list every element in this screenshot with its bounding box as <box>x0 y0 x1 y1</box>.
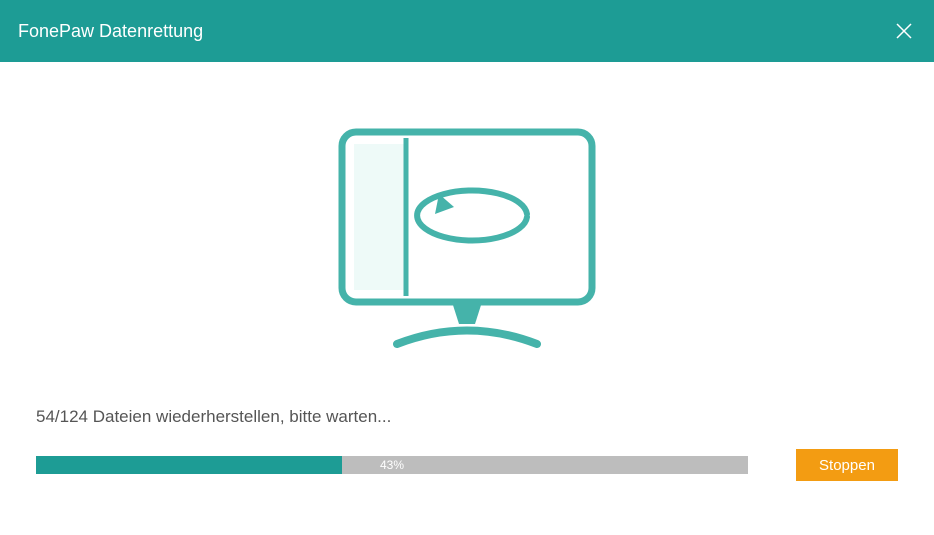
monitor-illustration <box>36 122 898 352</box>
close-icon <box>894 21 914 41</box>
progress-percent-label: 43% <box>36 456 748 474</box>
progress-bar: 43% <box>36 456 748 474</box>
bottom-row: 43% Stoppen <box>36 449 898 481</box>
titlebar: FonePaw Datenrettung <box>0 0 934 62</box>
close-button[interactable] <box>892 19 916 43</box>
app-title: FonePaw Datenrettung <box>18 21 203 42</box>
monitor-refresh-icon <box>332 122 602 352</box>
stop-button[interactable]: Stoppen <box>796 449 898 481</box>
status-text: 54/124 Dateien wiederherstellen, bitte w… <box>36 407 898 427</box>
main-content: 54/124 Dateien wiederherstellen, bitte w… <box>0 122 934 481</box>
